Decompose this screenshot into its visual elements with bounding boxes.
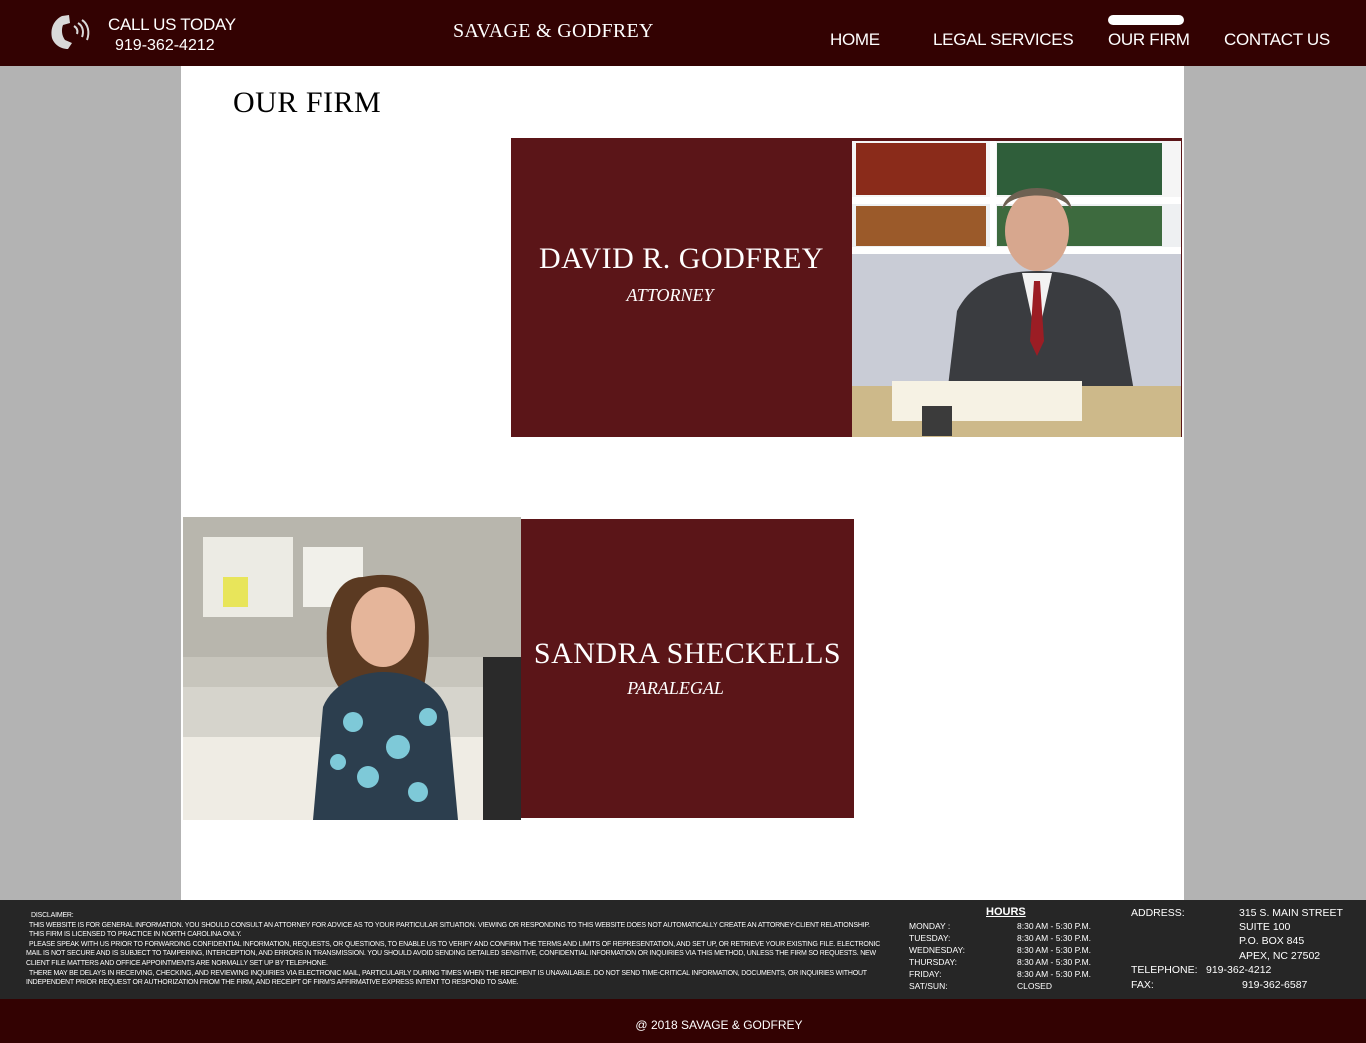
attorney-photo: [852, 141, 1181, 437]
hours-day: TUESDAY:: [909, 933, 951, 943]
fax-number: 919-362-6587: [1242, 979, 1308, 991]
hours-day: MONDAY :: [909, 921, 951, 931]
disclaimer-paragraph: THERE MAY BE DELAYS IN RECEIVING, CHECKI…: [26, 969, 867, 987]
person-name: DAVID R. GODFREY: [539, 242, 824, 275]
disclaimer-paragraph: PLEASE SPEAK WITH US PRIOR TO FORWARDING…: [26, 940, 881, 967]
nav-our-firm[interactable]: OUR FIRM: [1108, 30, 1190, 50]
hours-time: 8:30 AM - 5:30 P.M.: [1017, 945, 1092, 955]
hours-day: THURSDAY:: [909, 957, 958, 967]
hours-day: FRIDAY:: [909, 969, 942, 979]
hours-heading: HOURS: [986, 906, 1026, 918]
address-line: 315 S. MAIN STREET: [1239, 907, 1343, 919]
phone-icon: [51, 15, 90, 49]
nav-contact-us[interactable]: CONTACT US: [1224, 30, 1330, 50]
copyright-bar: @ 2018 SAVAGE & GODFREY: [0, 999, 1366, 1043]
nav-legal-services[interactable]: LEGAL SERVICES: [933, 30, 1074, 50]
hours-time: 8:30 AM - 5:30 P.M.: [1017, 969, 1092, 979]
telephone-number[interactable]: 919-362-4212: [1206, 964, 1271, 976]
disclaimer-paragraph: THIS WEBSITE IS FOR GENERAL INFORMATION.…: [29, 921, 870, 929]
telephone-label: TELEPHONE:: [1131, 964, 1198, 976]
address-line: SUITE 100: [1239, 921, 1291, 933]
address-line: P.O. BOX 845: [1239, 935, 1305, 947]
person-card-paralegal: SANDRA SHECKELLS PARALEGAL: [521, 519, 854, 818]
hours-day: WEDNESDAY:: [909, 945, 966, 955]
disclaimer-text: DISCLAIMER: THIS WEBSITE IS FOR GENERAL …: [26, 911, 894, 988]
address-label: ADDRESS:: [1131, 907, 1185, 919]
disclaimer-paragraph: THIS FIRM IS LICENSED TO PRACTICE IN NOR…: [29, 931, 242, 939]
hours-day: SAT/SUN:: [909, 981, 948, 991]
hours-time: 8:30 AM - 5:30 P.M.: [1017, 957, 1092, 967]
address-line: APEX, NC 27502: [1239, 950, 1321, 962]
copyright-text: @ 2018 SAVAGE & GODFREY: [635, 1018, 803, 1032]
disclaimer-heading: DISCLAIMER:: [31, 912, 74, 919]
person-role: PARALEGAL: [627, 678, 724, 698]
hours-time: 8:30 AM - 5:30 P.M.: [1017, 921, 1092, 931]
hours-time: 8:30 AM - 5:30 P.M.: [1017, 933, 1092, 943]
site-footer: DISCLAIMER: THIS WEBSITE IS FOR GENERAL …: [0, 900, 1366, 999]
fax-label: FAX:: [1131, 979, 1154, 991]
nav-home[interactable]: HOME: [830, 30, 880, 50]
person-role: ATTORNEY: [626, 285, 714, 305]
site-header: CALL US TODAY 919-362-4212 SAVAGE & GODF…: [0, 0, 1366, 66]
brand-logo-text[interactable]: SAVAGE & GODFREY: [453, 20, 654, 43]
call-us-label: CALL US TODAY: [108, 15, 236, 34]
call-us-number[interactable]: 919-362-4212: [115, 37, 215, 55]
person-name: SANDRA SHECKELLS: [533, 637, 842, 670]
page-title: OUR FIRM: [233, 86, 382, 119]
paralegal-photo: [183, 517, 521, 820]
hours-time: CLOSED: [1017, 981, 1052, 991]
nav-active-indicator: [1108, 15, 1184, 25]
main-content: OUR FIRM DAVID R. GODFREY ATTORNEY SANDR…: [181, 66, 1184, 900]
